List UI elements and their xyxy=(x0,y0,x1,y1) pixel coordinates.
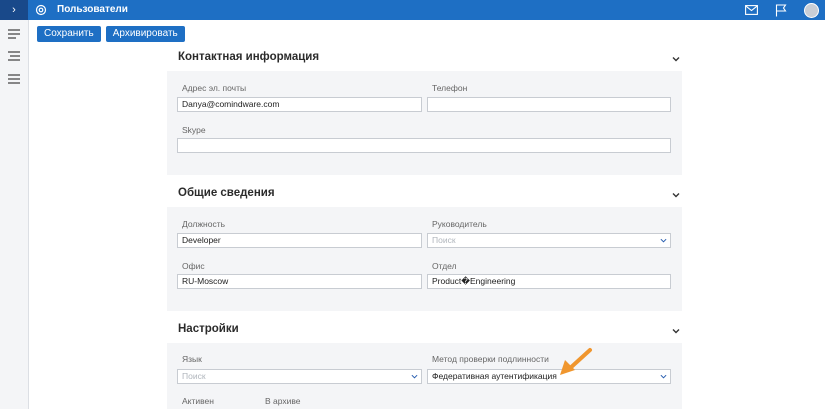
contact-panel: Адрес эл. почты Danya@comindware.com Тел… xyxy=(167,71,682,175)
gear-icon xyxy=(35,4,47,16)
page-title: Пользователи xyxy=(57,4,128,15)
auth-method-select[interactable]: Федеративная аутентификация xyxy=(427,369,671,384)
email-label: Адрес эл. почты xyxy=(182,83,247,93)
save-button[interactable]: Сохранить xyxy=(37,26,101,42)
toolbar: Сохранить Архивировать xyxy=(37,26,185,42)
manager-placeholder: Поиск xyxy=(432,235,456,245)
user-avatar[interactable] xyxy=(803,2,819,18)
lines-icon[interactable] xyxy=(7,73,21,85)
manager-label: Руководитель xyxy=(432,219,487,229)
phone-field[interactable] xyxy=(427,97,671,112)
sidebar xyxy=(0,20,29,409)
settings-panel: Язык Поиск Метод проверки подлинности Фе… xyxy=(167,343,682,409)
auth-method-label: Метод проверки подлинности xyxy=(432,354,549,364)
annotation-arrow-icon xyxy=(560,348,592,375)
section-title-general[interactable]: Общие сведения xyxy=(178,187,275,199)
flag-icon[interactable] xyxy=(773,2,789,18)
chevron-down-icon[interactable] xyxy=(671,190,681,200)
office-label: Офис xyxy=(182,261,205,271)
chevron-down-icon xyxy=(660,238,667,243)
archived-label: В архиве xyxy=(265,396,301,406)
phone-label: Телефон xyxy=(432,83,468,93)
section-title-settings[interactable]: Настройки xyxy=(178,323,239,335)
chevron-down-icon[interactable] xyxy=(671,326,681,336)
language-label: Язык xyxy=(182,354,202,364)
menu-icon[interactable] xyxy=(7,28,21,40)
language-placeholder: Поиск xyxy=(182,371,206,381)
chevron-down-icon xyxy=(660,374,667,379)
chevron-down-icon xyxy=(411,374,418,379)
top-bar: › Пользователи xyxy=(0,0,825,20)
skype-label: Skype xyxy=(182,125,206,135)
manager-select[interactable]: Поиск xyxy=(427,233,671,248)
department-field[interactable]: Product�Engineering xyxy=(427,274,671,289)
section-title-contact[interactable]: Контактная информация xyxy=(178,51,319,63)
active-label: Активен xyxy=(182,396,214,406)
mail-icon[interactable] xyxy=(743,2,759,18)
office-field[interactable]: RU-Moscow xyxy=(177,274,422,289)
auth-method-value: Федеративная аутентификация xyxy=(432,371,557,381)
skype-field[interactable] xyxy=(177,138,671,153)
general-panel: Должность Developer Руководитель Поиск О… xyxy=(167,207,682,311)
department-label: Отдел xyxy=(432,261,457,271)
language-select[interactable]: Поиск xyxy=(177,369,422,384)
expand-sidebar-button[interactable]: › xyxy=(0,0,28,20)
list-icon[interactable] xyxy=(7,50,21,62)
position-field[interactable]: Developer xyxy=(177,233,422,248)
chevron-down-icon[interactable] xyxy=(671,54,681,64)
position-label: Должность xyxy=(182,219,226,229)
archive-button[interactable]: Архивировать xyxy=(105,26,185,42)
chevron-right-icon: › xyxy=(12,4,16,16)
email-field[interactable]: Danya@comindware.com xyxy=(177,97,422,112)
